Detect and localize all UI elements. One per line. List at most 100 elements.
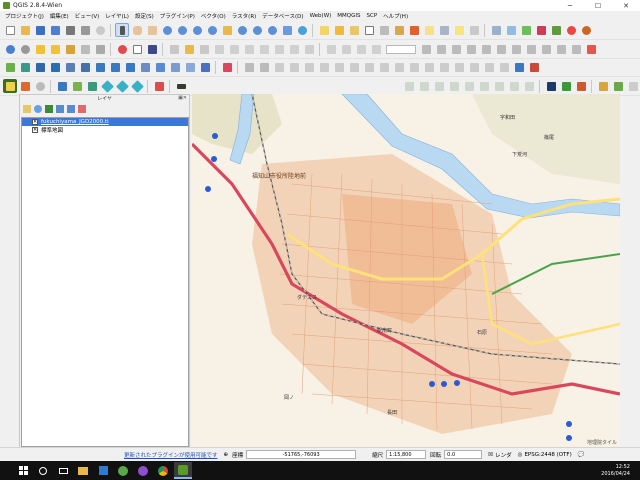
scp-band-5-icon[interactable] bbox=[462, 79, 476, 93]
menu-raster[interactable]: ラスタ(R) bbox=[229, 12, 260, 20]
select-features-icon[interactable] bbox=[332, 23, 346, 37]
expression-icon[interactable] bbox=[63, 42, 77, 56]
tolerance-spinbox[interactable] bbox=[386, 44, 416, 54]
zoom-actual-icon[interactable] bbox=[190, 23, 204, 37]
system-clock[interactable]: 12:52 2016/04/24 bbox=[601, 464, 630, 478]
pan-hand-icon[interactable] bbox=[130, 23, 144, 37]
scp-landsat-icon[interactable] bbox=[544, 79, 558, 93]
copy-features-icon[interactable] bbox=[287, 42, 301, 56]
zoom-layer-icon[interactable] bbox=[235, 23, 249, 37]
python-icon[interactable] bbox=[55, 79, 69, 93]
advanced-edit-16-icon[interactable] bbox=[497, 60, 511, 74]
add-oracle-icon[interactable] bbox=[78, 60, 92, 74]
add-postgis-icon[interactable] bbox=[33, 60, 47, 74]
expand-all-icon[interactable] bbox=[56, 104, 64, 113]
zoom-full-icon[interactable] bbox=[205, 23, 219, 37]
print-composer-icon[interactable] bbox=[63, 23, 77, 37]
change-label-icon[interactable] bbox=[369, 42, 383, 56]
manage-visibility-icon[interactable] bbox=[34, 104, 42, 113]
scp-icon[interactable] bbox=[579, 23, 593, 37]
advanced-edit-6-icon[interactable] bbox=[347, 60, 361, 74]
layer-visibility-checkbox[interactable]: ✕ bbox=[32, 119, 38, 125]
green-app-icon[interactable] bbox=[114, 462, 132, 479]
rotate-label-icon[interactable] bbox=[324, 42, 338, 56]
advanced-edit-2-icon[interactable] bbox=[287, 60, 301, 74]
history-icon[interactable] bbox=[115, 79, 129, 93]
filter-legend-icon[interactable] bbox=[45, 104, 53, 113]
purple-app-icon[interactable] bbox=[134, 462, 152, 479]
qgis-taskbar-icon[interactable] bbox=[174, 462, 192, 479]
layer-item-fukuchiyama[interactable]: ✕ fukuchiyama_JGD2000.ti bbox=[22, 118, 188, 126]
current-edits-icon[interactable] bbox=[167, 42, 181, 56]
delete-selected-icon[interactable] bbox=[257, 42, 271, 56]
chart-icon[interactable] bbox=[584, 42, 598, 56]
cut-features-icon[interactable] bbox=[272, 42, 286, 56]
attribute-table-icon[interactable] bbox=[362, 23, 376, 37]
new-spatialite-icon[interactable] bbox=[168, 60, 182, 74]
measure-icon[interactable] bbox=[392, 23, 406, 37]
style-manager-icon[interactable] bbox=[115, 42, 129, 56]
minimize-button[interactable]: ─ bbox=[556, 0, 584, 11]
annotation-icon[interactable] bbox=[452, 23, 466, 37]
add-delimited-icon[interactable] bbox=[138, 60, 152, 74]
render-checkbox[interactable]: ☒ bbox=[488, 452, 493, 458]
touch-zoom-icon[interactable] bbox=[115, 23, 129, 37]
menu-project[interactable]: プロジェクト(J) bbox=[2, 12, 47, 20]
fill-ring-icon[interactable] bbox=[494, 42, 508, 56]
menu-layer[interactable]: レイヤ(L) bbox=[102, 12, 132, 20]
menu-web[interactable]: Web(W) bbox=[307, 13, 335, 19]
action-icon[interactable] bbox=[18, 42, 32, 56]
zoom-out-icon[interactable] bbox=[175, 23, 189, 37]
advanced-edit-7-icon[interactable] bbox=[362, 60, 376, 74]
add-raster-icon[interactable] bbox=[18, 60, 32, 74]
grid-icon[interactable] bbox=[434, 42, 448, 56]
new-project-icon[interactable] bbox=[3, 23, 17, 37]
delete-ring-icon[interactable] bbox=[509, 42, 523, 56]
toggle-editing-icon[interactable] bbox=[182, 42, 196, 56]
check-icon[interactable] bbox=[174, 79, 188, 93]
gps-icon[interactable] bbox=[504, 23, 518, 37]
reshape-icon[interactable] bbox=[524, 42, 538, 56]
scp-band-3-icon[interactable] bbox=[432, 79, 446, 93]
advanced-edit-12-icon[interactable] bbox=[437, 60, 451, 74]
advanced-edit-10-icon[interactable] bbox=[407, 60, 421, 74]
bookmark-icon[interactable] bbox=[437, 23, 451, 37]
grass-icon[interactable] bbox=[549, 23, 563, 37]
digitize-icon[interactable] bbox=[220, 60, 234, 74]
topographic-map[interactable]: 福知山市役所陸地前 字和田 下荒河 篠尾 駅南町 岡ノ 石原 長田 ダテニス 地… bbox=[192, 94, 620, 448]
undo-icon[interactable] bbox=[242, 60, 256, 74]
advanced-edit-14-icon[interactable] bbox=[467, 60, 481, 74]
crs-status[interactable]: EPSG:2448 (OTF) bbox=[524, 452, 571, 458]
identify-feature-icon[interactable] bbox=[3, 42, 17, 56]
store-icon[interactable] bbox=[94, 462, 112, 479]
new-map-view-icon[interactable] bbox=[280, 23, 294, 37]
scale-combo[interactable]: 1:15,800 bbox=[386, 450, 427, 459]
show-hide-label-icon[interactable] bbox=[354, 42, 368, 56]
calculator-icon[interactable] bbox=[78, 42, 92, 56]
save-edits-icon[interactable] bbox=[197, 42, 211, 56]
csv-icon[interactable] bbox=[130, 42, 144, 56]
coordinate-toggle-icon[interactable]: ⊕ bbox=[224, 452, 229, 458]
add-wms-icon[interactable] bbox=[93, 60, 107, 74]
advanced-edit-3-icon[interactable] bbox=[302, 60, 316, 74]
scp-band-2-icon[interactable] bbox=[417, 79, 431, 93]
color-picker-icon[interactable] bbox=[564, 23, 578, 37]
graphical-modeler-icon[interactable] bbox=[100, 79, 114, 93]
add-vector-icon[interactable] bbox=[3, 60, 17, 74]
advanced-edit-8-icon[interactable] bbox=[377, 60, 391, 74]
split-feature-icon[interactable] bbox=[554, 42, 568, 56]
map-tips-icon[interactable] bbox=[422, 23, 436, 37]
menu-mmqgis[interactable]: MMQGIS bbox=[334, 13, 363, 19]
vertex-icon[interactable] bbox=[198, 60, 212, 74]
measure-line-icon[interactable] bbox=[93, 42, 107, 56]
refresh-icon[interactable] bbox=[295, 23, 309, 37]
collapse-all-icon[interactable] bbox=[67, 104, 75, 113]
scp-band-1-icon[interactable] bbox=[402, 79, 416, 93]
scp-export-icon[interactable] bbox=[596, 79, 610, 93]
menu-settings[interactable]: 設定(S) bbox=[132, 12, 157, 20]
select-rectangle-icon[interactable] bbox=[33, 42, 47, 56]
chrome-icon[interactable] bbox=[154, 462, 172, 479]
advanced-edit-4-icon[interactable] bbox=[317, 60, 331, 74]
scp-band-9-icon[interactable] bbox=[522, 79, 536, 93]
redo-icon[interactable] bbox=[257, 60, 271, 74]
